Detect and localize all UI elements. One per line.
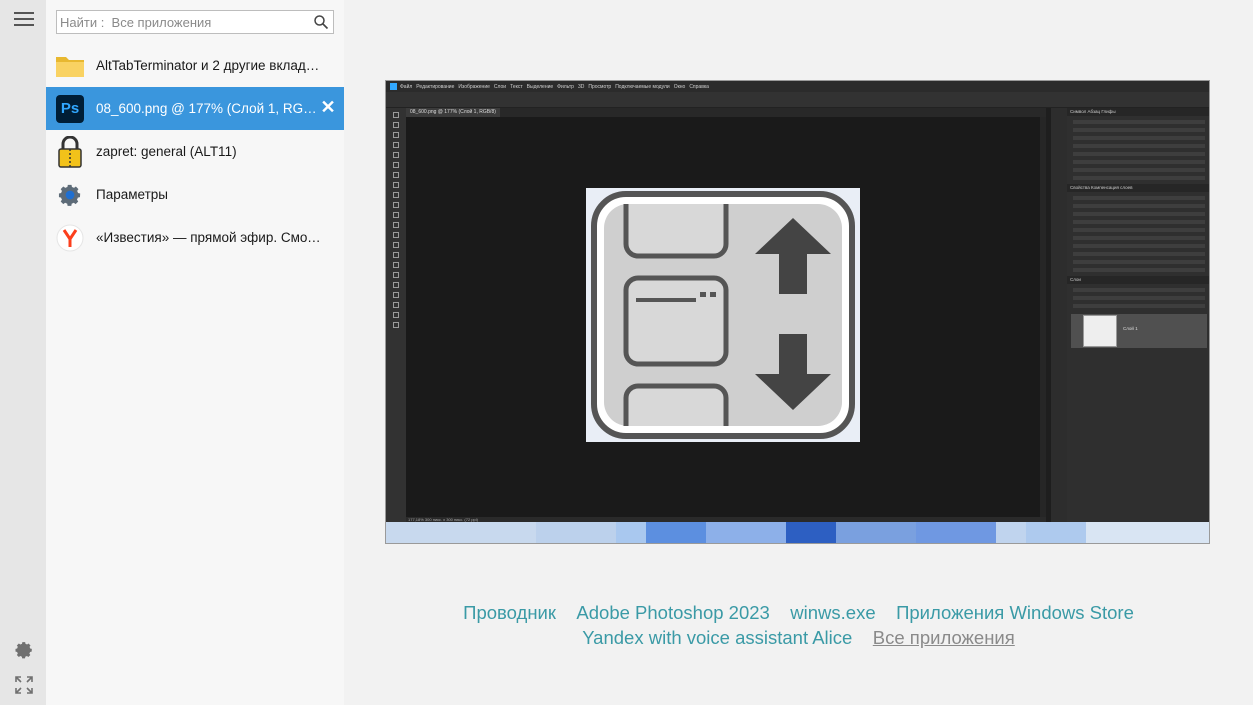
taskbar-pixelated (386, 522, 1209, 543)
zipper-lock-icon (55, 135, 85, 168)
ps-menu-item: Подключаемые модули (615, 83, 670, 90)
link-photoshop[interactable]: Adobe Photoshop 2023 (576, 602, 769, 623)
ps-menu-item: Текст (510, 83, 523, 90)
list-item-settings[interactable]: Параметры (46, 173, 344, 216)
ps-toolbar (386, 108, 406, 522)
ps-panel-header: Слои (1067, 276, 1209, 284)
settings-gear-icon (55, 180, 85, 210)
ps-menu-item: Просмотр (588, 83, 612, 90)
link-explorer[interactable]: Проводник (463, 602, 556, 623)
ps-scrollbar (1040, 117, 1046, 521)
ps-doc-tab: 08_600.png @ 177% (Слой 1, RGB/8) (406, 108, 500, 117)
ps-layer-row: Слой 1 (1071, 314, 1207, 348)
ps-menu-item: Выделение (526, 83, 554, 90)
search-input[interactable] (60, 13, 310, 31)
list-item-explorer[interactable]: AltTabTerminator и 2 другие вкладк... (46, 44, 344, 87)
search-box[interactable] (56, 10, 334, 34)
layer-name: Слой 1 (1123, 326, 1138, 331)
folder-icon (55, 51, 85, 81)
window-title: AltTabTerminator и 2 другие вкладк... (96, 58, 321, 73)
ps-menu-item: Окно (673, 83, 686, 90)
link-windows-store-apps[interactable]: Приложения Windows Store (896, 602, 1134, 623)
photoshop-icon-text: Ps (56, 94, 84, 123)
window-title: 08_600.png @ 177% (Слой 1, RGB/8) (96, 101, 321, 116)
ps-panel-dock (1051, 108, 1067, 522)
app-links: Проводник Adobe Photoshop 2023 winws.exe… (346, 600, 1251, 650)
window-title: «Известия» — прямой эфир. Смот... (96, 230, 321, 245)
window-preview: Файл Редактирование Изображение Слои Тек… (385, 80, 1210, 544)
search-icon[interactable] (313, 14, 329, 30)
window-title: Параметры (96, 187, 168, 202)
expand-icon[interactable] (14, 675, 34, 695)
link-all-apps[interactable]: Все приложения (873, 627, 1015, 648)
list-item-yandex[interactable]: «Известия» — прямой эфир. Смот... (46, 216, 344, 259)
ps-menu-item: Редактирование (416, 83, 455, 90)
side-rail (0, 0, 46, 705)
link-yandex[interactable]: Yandex with voice assistant Alice (582, 627, 852, 648)
ps-menu-item: Фильтр (557, 83, 574, 90)
ps-menu-item: Слои (493, 83, 507, 90)
link-winws[interactable]: winws.exe (790, 602, 875, 623)
ps-panels: Символ Абзац Глифы Свойства Компенсация … (1067, 108, 1209, 522)
ps-menu-item: Файл (400, 83, 413, 90)
document-image (586, 188, 860, 442)
ps-menubar: Файл Редактирование Изображение Слои Тек… (386, 81, 1209, 92)
list-item-zapret[interactable]: zapret: general (ALT11) (46, 130, 344, 173)
yandex-browser-icon (55, 223, 85, 253)
window-list-panel: AltTabTerminator и 2 другие вкладк... Ps… (46, 0, 344, 705)
ps-options-bar (386, 92, 1209, 108)
ps-panel-header: Символ Абзац Глифы (1067, 108, 1209, 116)
window-title: zapret: general (ALT11) (96, 144, 237, 159)
ps-panel-header: Свойства Компенсация слоев (1067, 184, 1209, 192)
menu-icon[interactable] (14, 12, 34, 28)
photoshop-logo-icon (390, 83, 397, 90)
ps-menu-item: Изображение (458, 83, 490, 90)
settings-icon[interactable] (14, 640, 34, 660)
photoshop-icon: Ps (55, 94, 85, 124)
list-item-photoshop[interactable]: Ps 08_600.png @ 177% (Слой 1, RGB/8) ✕ (46, 87, 344, 130)
ps-menu-item: Справка (689, 83, 709, 90)
layer-thumbnail (1083, 315, 1117, 347)
close-icon[interactable]: ✕ (319, 98, 337, 116)
ps-menu-item: 3D (577, 83, 585, 90)
ps-tabbar: 08_600.png @ 177% (Слой 1, RGB/8) (406, 108, 1046, 117)
